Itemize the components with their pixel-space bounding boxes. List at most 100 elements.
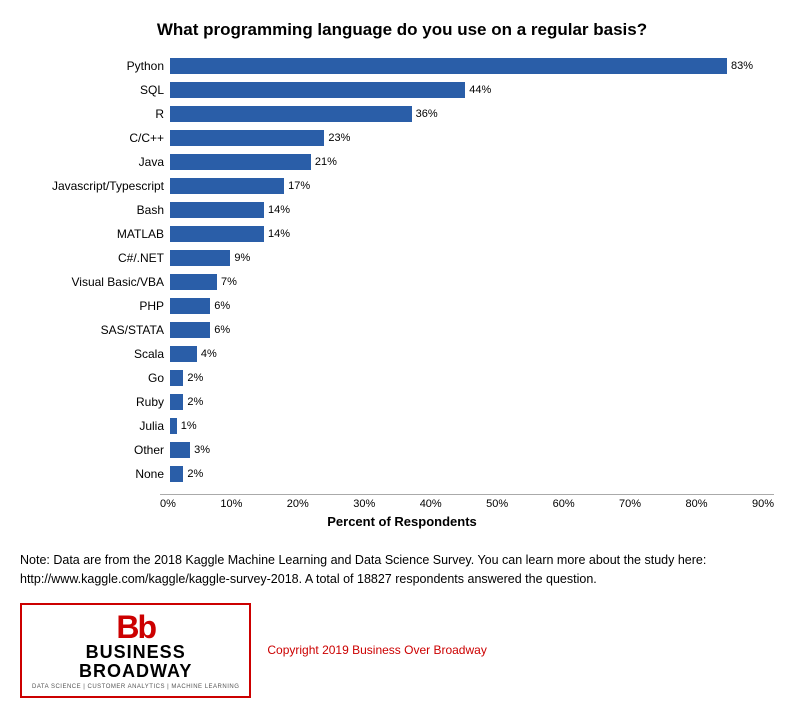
note-section: Note: Data are from the 2018 Kaggle Mach… (10, 551, 794, 589)
bar-track: 23% (170, 130, 774, 146)
bar-fill (170, 250, 230, 266)
x-axis-label: 20% (287, 498, 309, 510)
logo-business: BUSINESS (86, 643, 186, 663)
bar-label: Ruby (40, 395, 170, 409)
bar-value: 23% (328, 132, 350, 144)
bar-track: 21% (170, 154, 774, 170)
bar-track: 2% (170, 394, 774, 410)
bar-fill (170, 58, 727, 74)
bar-fill (170, 418, 177, 434)
bar-label: SAS/STATA (40, 323, 170, 337)
x-axis-label: 10% (220, 498, 242, 510)
bar-value: 2% (187, 468, 203, 480)
bar-row: Scala 4% (40, 344, 774, 364)
bar-fill (170, 130, 324, 146)
bar-fill (170, 202, 264, 218)
bar-row: Visual Basic/VBA 7% (40, 272, 774, 292)
bar-row: Java 21% (40, 152, 774, 172)
bar-value: 4% (201, 348, 217, 360)
bar-fill (170, 226, 264, 242)
bar-label: Python (40, 59, 170, 73)
x-axis-label: 60% (553, 498, 575, 510)
bar-row: PHP 6% (40, 296, 774, 316)
bar-track: 6% (170, 322, 774, 338)
x-axis-label: 90% (752, 498, 774, 510)
logo-tagline: DATA SCIENCE | CUSTOMER ANALYTICS | MACH… (32, 684, 239, 690)
bar-value: 2% (187, 372, 203, 384)
bar-row: MATLAB 14% (40, 224, 774, 244)
bar-label: Julia (40, 419, 170, 433)
bar-track: 6% (170, 298, 774, 314)
bar-track: 14% (170, 202, 774, 218)
bar-row: C/C++23% (40, 128, 774, 148)
bar-row: Python83% (40, 56, 774, 76)
bar-track: 3% (170, 442, 774, 458)
bar-value: 6% (214, 300, 230, 312)
bar-label: Java (40, 155, 170, 169)
bar-value: 2% (187, 396, 203, 408)
bar-value: 44% (469, 84, 491, 96)
bar-fill (170, 178, 284, 194)
bar-row: Bash14% (40, 200, 774, 220)
bar-track: 44% (170, 82, 774, 98)
bar-label: PHP (40, 299, 170, 313)
bar-fill (170, 370, 183, 386)
bar-row: Other 3% (40, 440, 774, 460)
bar-value: 14% (268, 228, 290, 240)
bar-track: 4% (170, 346, 774, 362)
x-axis-label: 70% (619, 498, 641, 510)
bar-fill (170, 274, 217, 290)
bar-fill (170, 466, 183, 482)
bar-value: 17% (288, 180, 310, 192)
bar-row: SQL 44% (40, 80, 774, 100)
bar-label: Scala (40, 347, 170, 361)
x-axis-labels: 0%10%20%30%40%50%60%70%80%90% (160, 494, 774, 510)
logo-broadway: BROADWAY (79, 662, 192, 682)
bar-label: Visual Basic/VBA (40, 275, 170, 289)
bar-label: R (40, 107, 170, 121)
bar-track: 1% (170, 418, 774, 434)
bar-track: 7% (170, 274, 774, 290)
bar-row: R36% (40, 104, 774, 124)
bar-fill (170, 298, 210, 314)
x-axis-label: 50% (486, 498, 508, 510)
bar-row: SAS/STATA 6% (40, 320, 774, 340)
copyright-text: Copyright 2019 Business Over Broadway (267, 643, 486, 657)
x-axis-label: 40% (420, 498, 442, 510)
bar-label: Javascript/Typescript (40, 179, 170, 193)
logo-box: Bb BUSINESS BROADWAY DATA SCIENCE | CUST… (20, 603, 251, 699)
bar-row: Javascript/Typescript 17% (40, 176, 774, 196)
bar-fill (170, 394, 183, 410)
bar-value: 21% (315, 156, 337, 168)
bar-track: 83% (170, 58, 774, 74)
bar-fill (170, 82, 465, 98)
footer: Bb BUSINESS BROADWAY DATA SCIENCE | CUST… (10, 603, 794, 699)
bar-track: 17% (170, 178, 774, 194)
logo-bb: Bb (116, 611, 155, 643)
bar-fill (170, 106, 412, 122)
bar-track: 2% (170, 370, 774, 386)
bar-label: Go (40, 371, 170, 385)
bar-track: 14% (170, 226, 774, 242)
bar-track: 36% (170, 106, 774, 122)
bar-row: Julia1% (40, 416, 774, 436)
bar-value: 7% (221, 276, 237, 288)
chart-container: What programming language do you use on … (10, 10, 794, 539)
bar-fill (170, 442, 190, 458)
bar-row: Ruby 2% (40, 392, 774, 412)
note-text: Note: Data are from the 2018 Kaggle Mach… (20, 553, 706, 586)
bar-label: Other (40, 443, 170, 457)
bar-label: SQL (40, 83, 170, 97)
x-axis-label: 30% (353, 498, 375, 510)
bar-row: C#/.NET9% (40, 248, 774, 268)
bar-fill (170, 154, 311, 170)
bar-label: Bash (40, 203, 170, 217)
bar-row: None2% (40, 464, 774, 484)
bar-value: 3% (194, 444, 210, 456)
x-axis-label: 80% (686, 498, 708, 510)
chart-title: What programming language do you use on … (30, 20, 774, 40)
x-axis-title: Percent of Respondents (30, 514, 774, 529)
bar-value: 6% (214, 324, 230, 336)
bar-label: MATLAB (40, 227, 170, 241)
bar-track: 9% (170, 250, 774, 266)
